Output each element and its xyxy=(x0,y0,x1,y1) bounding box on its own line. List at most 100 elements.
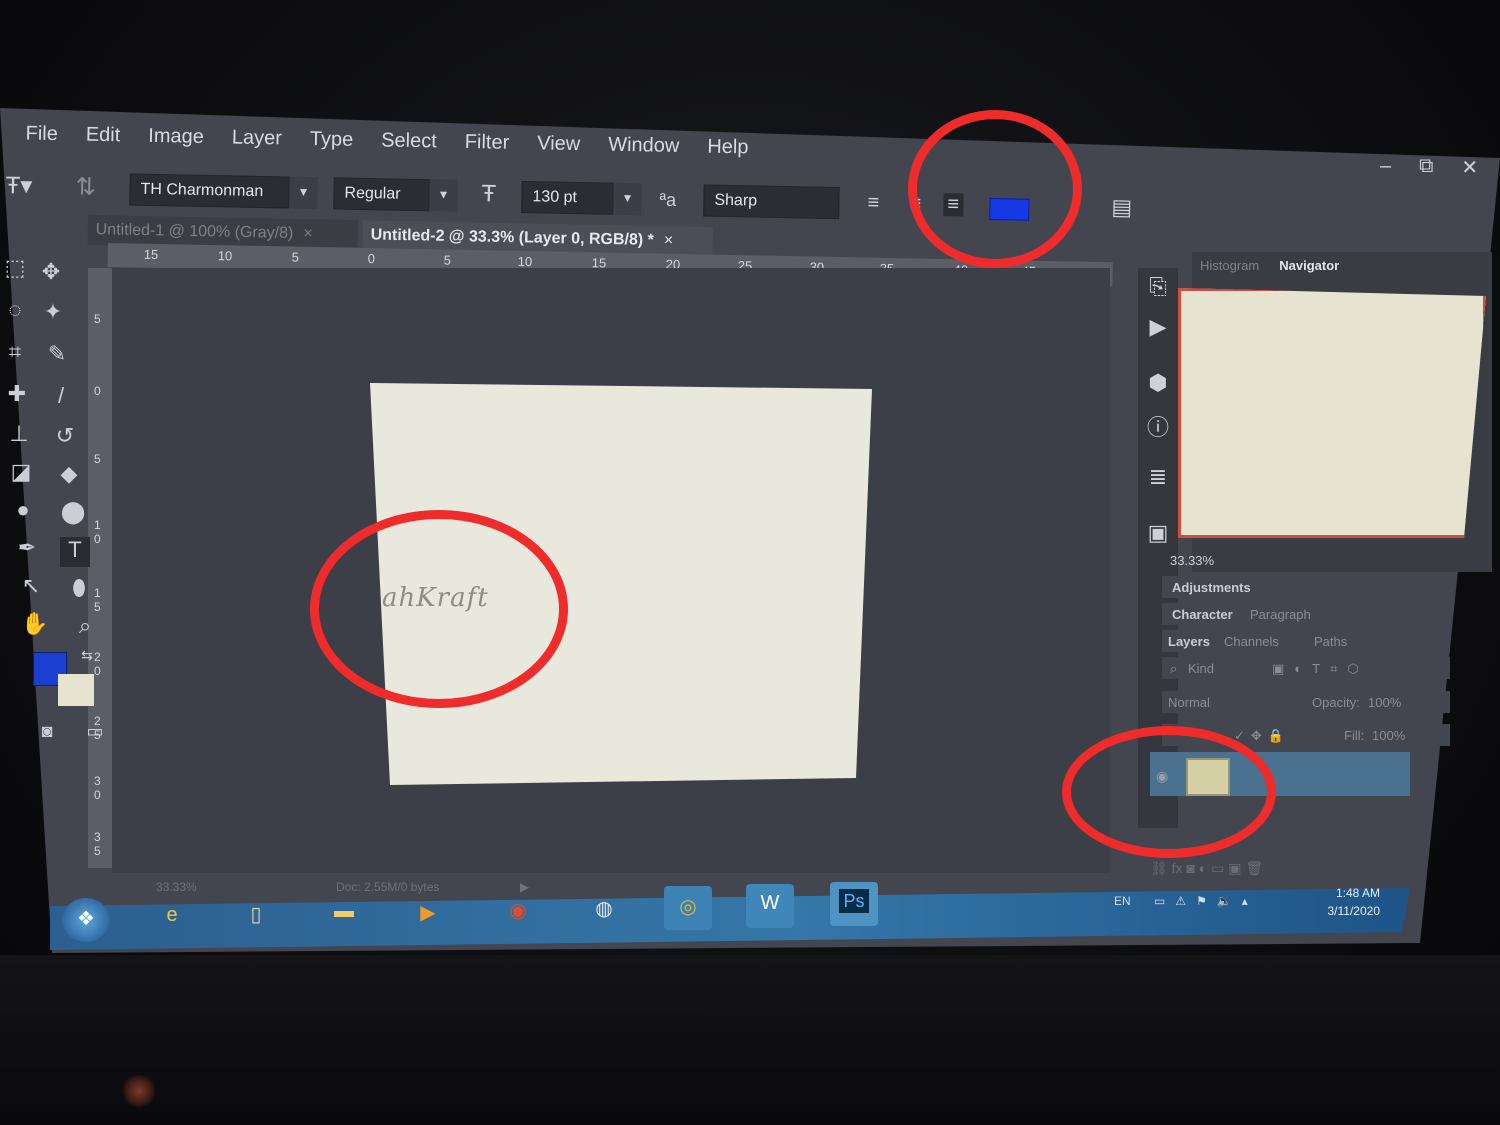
photoshop-icon[interactable]: Ps xyxy=(830,882,878,926)
tab-navigator[interactable]: Navigator xyxy=(1279,258,1339,273)
ruler-tick: 10 xyxy=(517,253,533,270)
eraser-tool-icon[interactable]: ◪ xyxy=(6,459,36,489)
font-size-icon: Ŧ xyxy=(481,180,497,208)
close-button[interactable]: ✕ xyxy=(1461,155,1478,180)
history-panel-icon[interactable]: ⎘ xyxy=(1144,274,1172,302)
info-panel-icon[interactable]: ⓘ xyxy=(1144,410,1172,440)
tab-paths[interactable]: Paths xyxy=(1314,634,1347,649)
hand-tool-icon[interactable]: ✋ xyxy=(20,611,50,641)
actions-panel-icon[interactable]: ▶ xyxy=(1144,314,1172,342)
menu-filter[interactable]: Filter xyxy=(450,121,523,166)
font-size-field[interactable]: 130 pt xyxy=(521,181,614,215)
crop-tool-icon[interactable]: ⌗ xyxy=(0,339,30,369)
ruler-tick: 0 xyxy=(94,384,101,398)
menu-layer[interactable]: Layer xyxy=(217,116,296,161)
zoom-tool-icon[interactable]: ⌕ xyxy=(70,613,100,643)
tray-icons[interactable]: ▭⚠⚑🔈▴ xyxy=(1154,894,1258,908)
move-tool-icon[interactable]: ✥ xyxy=(36,259,66,289)
lock-icons[interactable]: ✓✥🔒 xyxy=(1234,728,1290,744)
background-color-swatch[interactable] xyxy=(58,674,94,706)
path-selection-tool-icon[interactable]: ↖ xyxy=(16,573,46,603)
file-explorer-icon[interactable]: ▯ xyxy=(232,894,280,938)
clock-date: 3/11/2020 xyxy=(1327,904,1381,918)
tab-close-icon[interactable]: × xyxy=(303,225,313,242)
chrome-icon[interactable]: ◎ xyxy=(664,886,712,930)
3d-panel-icon[interactable]: ⬢ xyxy=(1144,370,1172,398)
system-tray: EN ▭⚠⚑🔈▴ xyxy=(1114,894,1258,908)
font-style-field[interactable]: Regular xyxy=(333,177,430,212)
minimize-button[interactable]: ‒ xyxy=(1380,155,1391,180)
dodge-tool-icon[interactable]: ⬤ xyxy=(58,499,88,529)
menu-window[interactable]: Window xyxy=(594,123,694,169)
menu-file[interactable]: File xyxy=(0,112,72,157)
tab-layers[interactable]: Layers xyxy=(1168,634,1210,649)
tab-histogram[interactable]: Histogram xyxy=(1200,258,1259,273)
menu-image[interactable]: Image xyxy=(134,115,218,161)
internet-explorer-icon[interactable]: e xyxy=(148,896,196,940)
lasso-tool-icon[interactable]: ◌ xyxy=(0,297,30,327)
font-size-dropdown-icon[interactable]: ▼ xyxy=(613,182,642,216)
swap-colors-icon[interactable]: ⇆ xyxy=(72,647,102,677)
restore-button[interactable]: ⧉ xyxy=(1419,155,1433,180)
menu-help[interactable]: Help xyxy=(693,125,763,170)
adjustments-panel-header[interactable]: Adjustments xyxy=(1162,576,1450,598)
menu-select[interactable]: Select xyxy=(367,119,451,165)
menu-edit[interactable]: Edit xyxy=(71,113,134,158)
character-panel-toggle-icon[interactable]: ▤ xyxy=(1111,194,1132,220)
antialias-select[interactable]: Sharp xyxy=(703,184,840,220)
media-player-icon[interactable]: ▶ xyxy=(404,892,452,936)
opacity-label: Opacity: xyxy=(1312,695,1360,710)
quick-mask-icon[interactable]: ◙ xyxy=(32,721,62,751)
healing-brush-tool-icon[interactable]: ✚ xyxy=(2,381,32,411)
font-family-field[interactable]: TH Charmonman xyxy=(129,173,290,209)
brush-tool-icon[interactable]: / xyxy=(46,383,76,413)
history-brush-tool-icon[interactable]: ↺ xyxy=(50,423,80,453)
blend-mode-select[interactable]: Normal xyxy=(1168,695,1210,710)
layers-footer-icons[interactable]: ⛓ fx ◙ ◐ ▭ ▣ 🗑 xyxy=(1150,860,1410,878)
layers-panel-header[interactable]: Layers Channels Paths xyxy=(1162,630,1450,652)
tab-channels[interactable]: Channels xyxy=(1224,634,1279,649)
ruler-tick: 5 xyxy=(443,252,452,268)
tab-character[interactable]: Character xyxy=(1172,607,1233,622)
blend-row: Normal Opacity: 100% xyxy=(1162,691,1450,713)
language-indicator[interactable]: EN xyxy=(1114,894,1131,908)
type-tool-preset-icon[interactable]: Ŧ▾ xyxy=(5,171,32,201)
ellipse-tool-icon[interactable]: ⬮ xyxy=(64,575,94,605)
pen-tool-icon[interactable]: ✒ xyxy=(12,535,42,565)
clone-stamp-tool-icon[interactable]: ⊥ xyxy=(4,421,34,451)
character-panel-header[interactable]: Character Paragraph xyxy=(1162,603,1450,625)
status-zoom[interactable]: 33.33% xyxy=(156,880,197,894)
navigator-zoom[interactable]: 33.33% xyxy=(1170,553,1214,568)
align-left-icon[interactable]: ≡ xyxy=(867,192,879,215)
paint-bucket-tool-icon[interactable]: ◆ xyxy=(54,461,84,491)
office-icon[interactable]: ◉ xyxy=(494,890,542,934)
font-family-dropdown-icon[interactable]: ▼ xyxy=(289,176,318,210)
onenote-icon[interactable]: ◍ xyxy=(580,888,628,932)
blur-tool-icon[interactable]: ● xyxy=(8,497,38,527)
type-tool-icon[interactable]: T xyxy=(60,537,90,567)
clone-source-panel-icon[interactable]: ≣ xyxy=(1144,464,1172,492)
menu-type[interactable]: Type xyxy=(295,118,367,163)
tab-adjustments[interactable]: Adjustments xyxy=(1172,580,1251,595)
search-icon: ⌕ xyxy=(1170,661,1178,676)
font-style-dropdown-icon[interactable]: ▼ xyxy=(429,179,458,212)
ruler-tick: 5 xyxy=(94,312,101,326)
magic-wand-tool-icon[interactable]: ✦ xyxy=(38,299,68,329)
menu-view[interactable]: View xyxy=(523,122,595,167)
start-button-icon[interactable]: ❖ xyxy=(62,898,110,942)
word-icon[interactable]: W xyxy=(746,884,794,928)
folder-icon[interactable]: ▬ xyxy=(320,892,368,936)
toggle-text-orientation-icon[interactable]: ⇅ xyxy=(75,172,96,201)
opacity-value[interactable]: 100% xyxy=(1368,695,1401,710)
layer-filter-icons[interactable]: ▣◐T⌗⬡ xyxy=(1272,661,1369,677)
eyedropper-tool-icon[interactable]: ✎ xyxy=(42,341,72,371)
tool-presets-panel-icon[interactable]: ▣ xyxy=(1144,520,1172,548)
tab-paragraph[interactable]: Paragraph xyxy=(1250,607,1311,622)
marquee-tool-icon[interactable]: ⬚ xyxy=(0,255,30,285)
tab-close-icon[interactable]: × xyxy=(664,232,674,249)
fill-value[interactable]: 100% xyxy=(1372,728,1405,743)
layer-kind-filter[interactable]: Kind xyxy=(1188,661,1214,676)
screen-mode-icon[interactable]: ▭ xyxy=(80,721,110,751)
clock[interactable]: 1:48 AM 3/11/2020 xyxy=(1310,884,1381,920)
navigator-preview[interactable] xyxy=(1178,288,1486,538)
